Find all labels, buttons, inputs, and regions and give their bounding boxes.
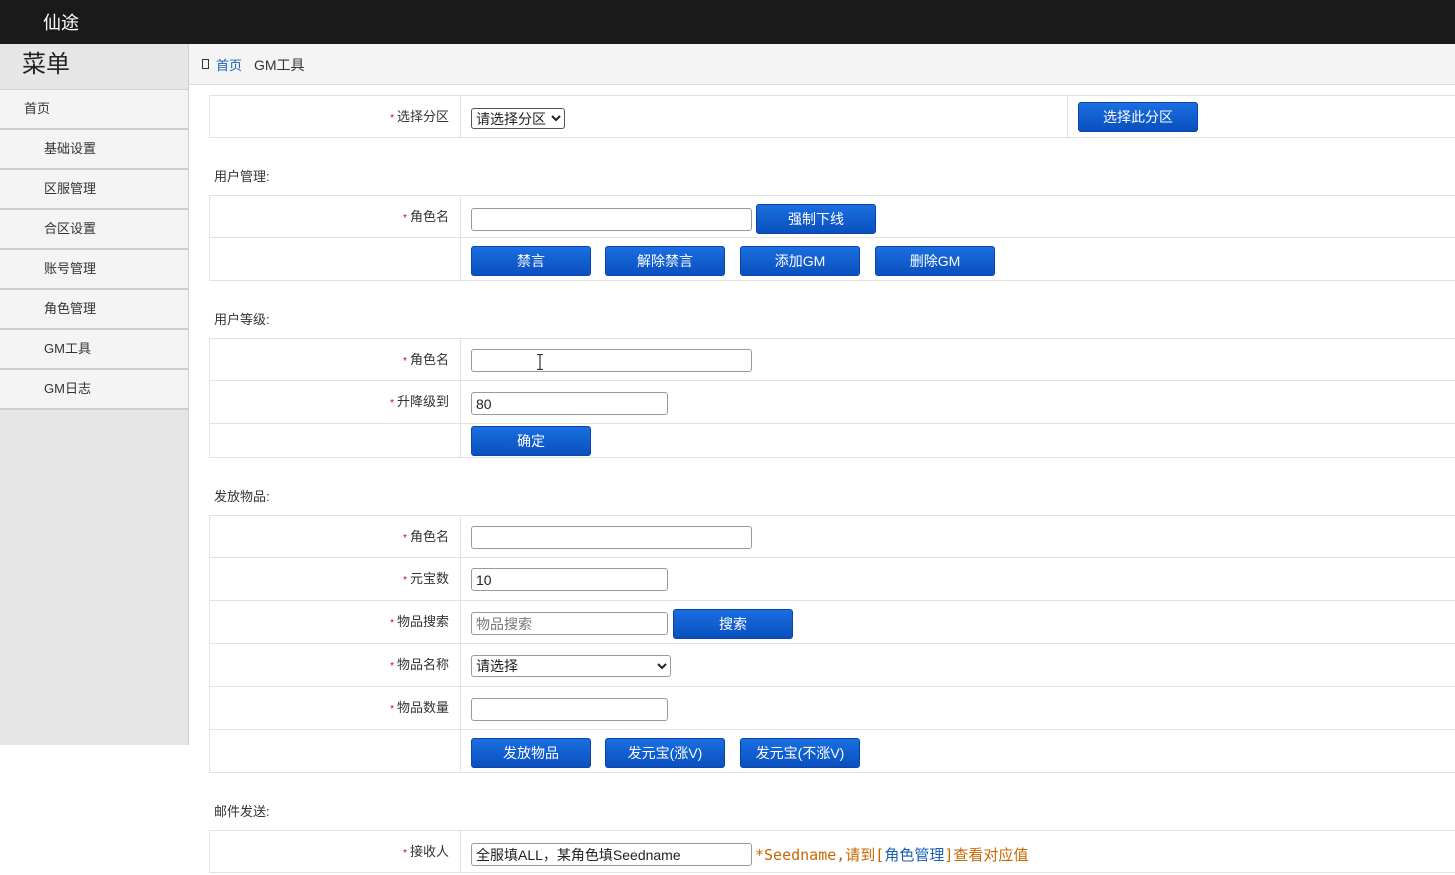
- sidebar-item-account-management[interactable]: 账号管理: [0, 250, 188, 290]
- breadcrumb-current: GM工具: [254, 57, 305, 73]
- send-yuanbao-vip-button[interactable]: 发元宝(涨V): [605, 738, 725, 768]
- item-quantity-input[interactable]: [471, 698, 668, 721]
- menu-title: 菜单: [0, 44, 188, 90]
- user-level-confirm-label: [209, 424, 461, 457]
- app-title: 仙途: [43, 13, 79, 33]
- user-mgmt-role-label: * 角色名: [209, 196, 461, 237]
- user-level-level-label: * 升降级到: [209, 381, 461, 423]
- items-name-label: * 物品名称: [209, 644, 461, 686]
- yuanbao-input[interactable]: [471, 568, 668, 591]
- mail-title: 邮件发送:: [214, 804, 270, 819]
- item-search-button[interactable]: 搜索: [673, 609, 793, 639]
- mail-recipient-row: *接收人 *Seedname,请到[角色管理]查看对应值: [209, 830, 1455, 873]
- user-level-title: 用户等级:: [214, 312, 270, 327]
- mail-recipient-label: * 接收人: [209, 831, 461, 872]
- sidebar-item-gm-log[interactable]: GM日志: [0, 370, 188, 410]
- item-search-input[interactable]: [471, 612, 668, 635]
- sidebar-item-gm-tools[interactable]: GM工具: [0, 330, 188, 370]
- select-zone-button[interactable]: 选择此分区: [1078, 102, 1198, 132]
- send-items-button[interactable]: 发放物品: [471, 738, 591, 768]
- user-level-confirm-row: 确定: [209, 424, 1455, 458]
- user-mgmt-role-input[interactable]: [471, 208, 752, 231]
- force-offline-button[interactable]: 强制下线: [756, 204, 876, 234]
- items-role-input[interactable]: [471, 526, 752, 549]
- items-actions-row: 发放物品 发元宝(涨V) 发元宝(不涨V): [209, 730, 1455, 773]
- user-mgmt-actions-label: [209, 238, 461, 280]
- sidebar: 菜单 首页 基础设置 区服管理 合区设置 账号管理 角色管理 GM工具 GM日志: [0, 44, 189, 745]
- sidebar-item-basic-settings[interactable]: 基础设置: [0, 130, 188, 170]
- sidebar-item-role-management[interactable]: 角色管理: [0, 290, 188, 330]
- add-gm-button[interactable]: 添加GM: [740, 246, 860, 276]
- item-name-select[interactable]: 请选择: [471, 655, 671, 677]
- home-icon: [202, 59, 209, 69]
- zone-divider: [1067, 96, 1068, 139]
- text-cursor-icon: [537, 354, 543, 370]
- items-actions-label: [209, 730, 461, 772]
- sidebar-item-home[interactable]: 首页: [0, 90, 188, 130]
- send-items-title: 发放物品:: [214, 489, 270, 504]
- zone-label: * 选择分区: [209, 96, 461, 137]
- items-search-row: *物品搜索 搜索: [209, 601, 1455, 644]
- send-yuanbao-no-vip-button[interactable]: 发元宝(不涨V): [740, 738, 860, 768]
- recipient-hint: *Seedname,请到[角色管理]查看对应值: [755, 846, 1029, 864]
- user-level-role-row: * 角色名: [209, 338, 1455, 381]
- level-input[interactable]: [471, 392, 668, 415]
- unmute-button[interactable]: 解除禁言: [605, 246, 725, 276]
- role-management-hint-link[interactable]: 角色管理: [884, 846, 944, 864]
- sidebar-item-server-management[interactable]: 区服管理: [0, 170, 188, 210]
- items-name-row: * 物品名称 请选择: [209, 644, 1455, 687]
- top-bar: 仙途: [0, 0, 1455, 44]
- zone-select[interactable]: 请选择分区: [471, 108, 565, 129]
- user-level-role-input[interactable]: [471, 349, 752, 372]
- mute-button[interactable]: 禁言: [471, 246, 591, 276]
- confirm-level-button[interactable]: 确定: [471, 426, 591, 456]
- sidebar-item-merge-settings[interactable]: 合区设置: [0, 210, 188, 250]
- items-yuanbao-label: * 元宝数: [209, 558, 461, 600]
- user-level-level-row: * 升降级到: [209, 381, 1455, 424]
- user-management-title: 用户管理:: [214, 169, 270, 184]
- items-yuanbao-row: * 元宝数: [209, 558, 1455, 601]
- user-mgmt-actions-row: 禁言 解除禁言 添加GM 删除GM: [209, 238, 1455, 281]
- items-role-row: * 角色名: [209, 515, 1455, 558]
- breadcrumb-home-link[interactable]: 首页: [216, 55, 242, 74]
- user-level-role-label: * 角色名: [209, 339, 461, 380]
- breadcrumb: 首页 GM工具: [189, 44, 1455, 85]
- items-role-label: * 角色名: [209, 516, 461, 557]
- items-search-label: * 物品搜索: [209, 601, 461, 643]
- items-qty-row: * 物品数量: [209, 687, 1455, 730]
- delete-gm-button[interactable]: 删除GM: [875, 246, 995, 276]
- zone-row: * 选择分区 请选择分区 选择此分区: [209, 95, 1455, 139]
- user-mgmt-role-row: * 角色名 强制下线: [209, 195, 1455, 238]
- items-qty-label: * 物品数量: [209, 687, 461, 729]
- mail-recipient-input[interactable]: [471, 843, 752, 866]
